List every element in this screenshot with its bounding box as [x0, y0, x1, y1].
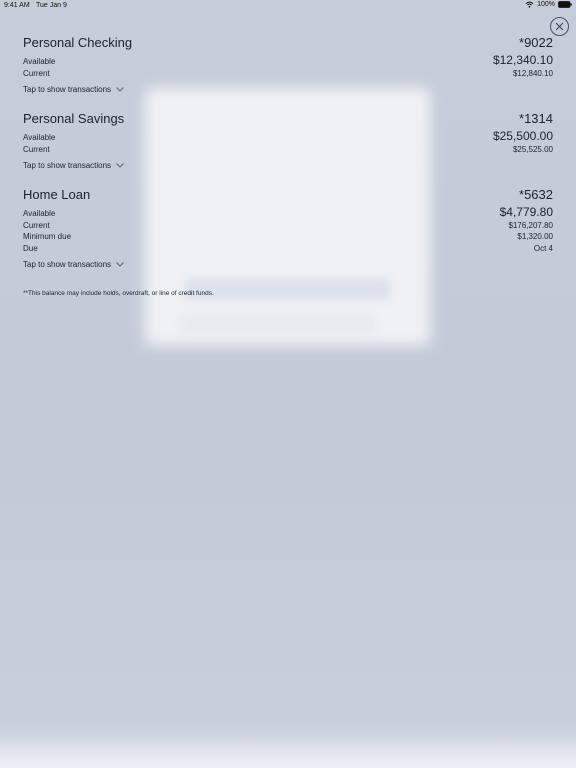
balance-row-available: Available $25,500.00 — [23, 129, 553, 145]
account-personal-checking: Personal Checking *9022 Available $12,34… — [23, 35, 553, 94]
wifi-icon — [525, 1, 534, 8]
balance-label: Due — [23, 243, 38, 253]
show-transactions-toggle[interactable]: Tap to show transactions — [23, 260, 124, 269]
balance-value: $4,779.80 — [499, 205, 553, 219]
balance-value: $12,840.10 — [512, 69, 553, 78]
blurred-background-field — [180, 315, 375, 333]
show-transactions-toggle[interactable]: Tap to show transactions — [23, 161, 124, 170]
balance-value: $25,525.00 — [512, 145, 553, 154]
balance-row-current: Current $176,207.80 — [23, 221, 553, 232]
chevron-down-icon — [116, 262, 124, 267]
balance-value: $176,207.80 — [508, 221, 554, 230]
balance-row-current: Current $12,840.10 — [23, 69, 553, 80]
status-indicators: 100% — [525, 1, 572, 8]
close-button[interactable] — [550, 17, 569, 36]
balance-label: Current — [23, 145, 50, 154]
show-transactions-toggle[interactable]: Tap to show transactions — [23, 85, 124, 94]
chevron-down-icon — [116, 163, 124, 168]
close-icon — [555, 22, 564, 31]
toggle-label: Tap to show transactions — [23, 161, 112, 171]
account-number: *5632 — [519, 187, 553, 202]
balance-row-available: Available $4,779.80 — [23, 205, 553, 221]
battery-icon — [558, 1, 572, 8]
balance-row-current: Current $25,525.00 — [23, 145, 553, 156]
status-time: 9:41 AM — [4, 2, 30, 9]
balance-label: Available — [23, 133, 56, 142]
balance-value: Oct 4 — [533, 243, 553, 253]
account-name: Personal Checking — [23, 35, 133, 50]
balance-value: $25,500.00 — [492, 129, 553, 143]
account-number: *9022 — [519, 35, 553, 50]
balance-label: Current — [23, 69, 50, 78]
account-home-loan: Home Loan *5632 Available $4,779.80 Curr… — [23, 187, 553, 269]
status-date: Tue Jan 9 — [36, 2, 67, 9]
account-number: *1314 — [519, 111, 553, 126]
bottom-glow — [0, 738, 576, 768]
status-bar: 9:41 AM Tue Jan 9 100% — [0, 0, 576, 12]
balance-value: $1,320.00 — [517, 232, 553, 242]
account-name: Home Loan — [23, 187, 91, 202]
blurred-background-bar — [185, 278, 390, 300]
account-header: Personal Checking *9022 — [23, 35, 553, 57]
account-name: Personal Savings — [23, 111, 125, 126]
balance-row-minimum-due: Minimum due $1,320.00 — [23, 232, 553, 243]
balance-label: Minimum due — [23, 232, 72, 242]
chevron-down-icon — [116, 87, 124, 92]
account-header: Home Loan *5632 — [23, 187, 553, 209]
balance-label: Current — [23, 221, 50, 230]
balance-label: Available — [23, 57, 56, 66]
balance-footnote: **This balance may include holds, overdr… — [23, 290, 214, 297]
account-header: Personal Savings *1314 — [23, 111, 553, 133]
toggle-label: Tap to show transactions — [23, 259, 112, 269]
balance-value: $12,340.10 — [492, 53, 553, 67]
balance-row-due: Due Oct 4 — [23, 244, 553, 255]
battery-percentage: 100% — [537, 1, 555, 8]
balance-label: Available — [23, 209, 56, 218]
toggle-label: Tap to show transactions — [23, 85, 112, 95]
balance-row-available: Available $12,340.10 — [23, 53, 553, 69]
account-personal-savings: Personal Savings *1314 Available $25,500… — [23, 111, 553, 170]
